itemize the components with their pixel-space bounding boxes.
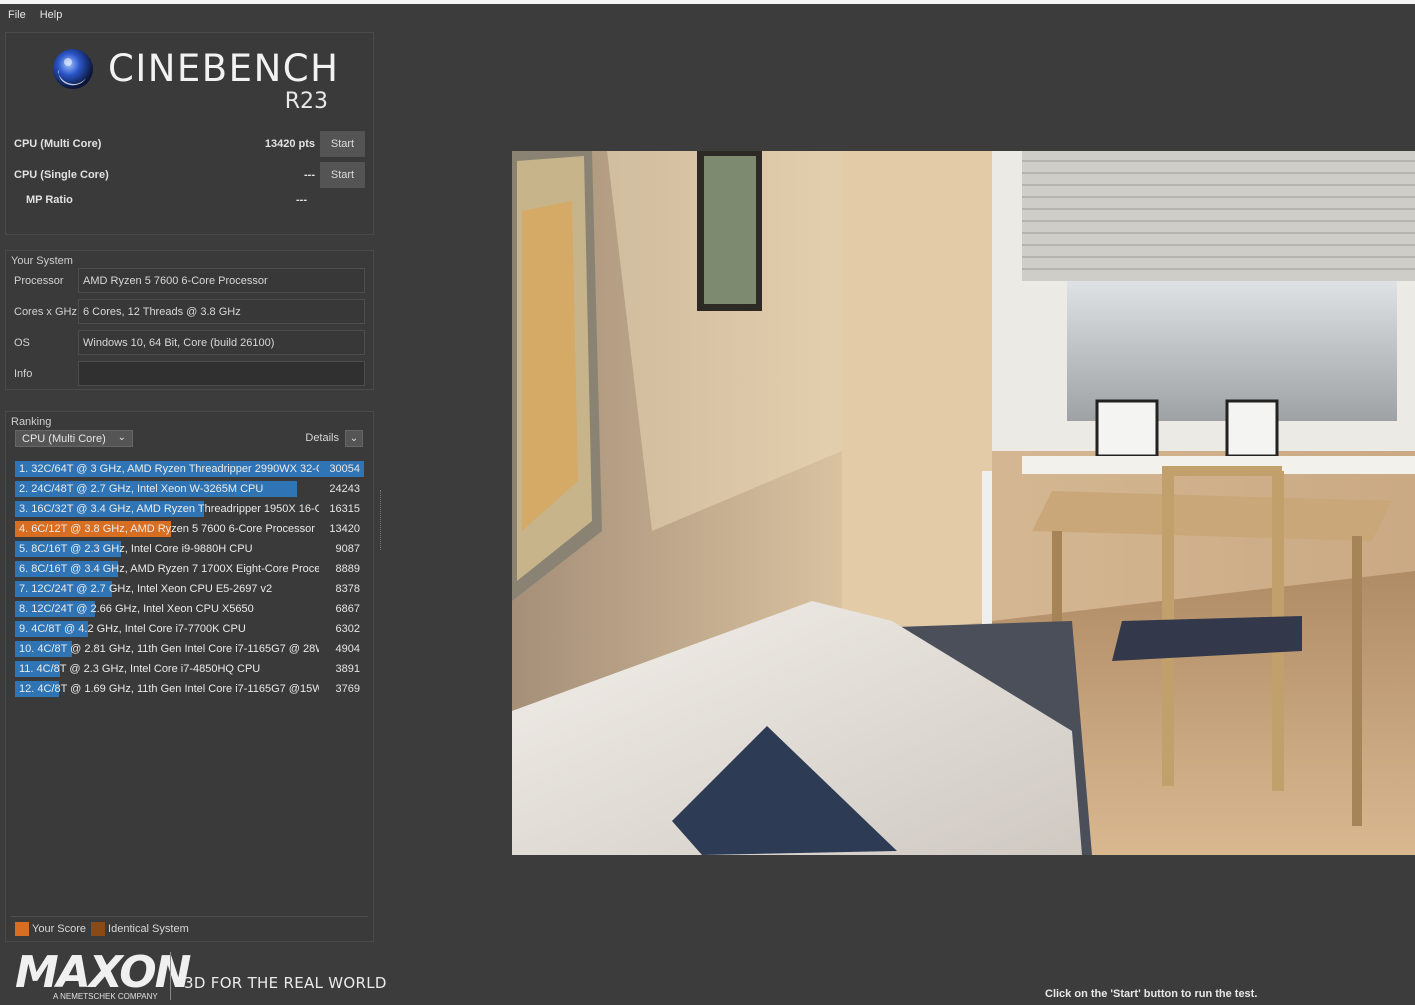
system-label-os: OS (14, 336, 30, 349)
ranking-row-score: 30054 (329, 463, 360, 475)
system-row-processor: Processor AMD Ryzen 5 7600 6-Core Proces… (14, 268, 365, 293)
ranking-row[interactable]: 11. 4C/8T @ 2.3 GHz, Intel Core i7-4850H… (15, 659, 364, 679)
ranking-row-label: 5. 8C/16T @ 2.3 GHz, Intel Core i9-9880H… (19, 543, 253, 555)
ranking-type-selected: CPU (Multi Core) (22, 432, 106, 445)
details-label: Details (305, 432, 339, 444)
panel-resize-handle[interactable] (380, 490, 383, 550)
ranking-row[interactable]: 9. 4C/8T @ 4.2 GHz, Intel Core i7-7700K … (15, 619, 364, 639)
ranking-row-score: 9087 (335, 543, 360, 555)
ranking-row-label: 12. 4C/8T @ 1.69 GHz, 11th Gen Intel Cor… (19, 683, 319, 695)
ranking-panel: Ranking CPU (Multi Core) ⌄ Details ⌄ 1. … (5, 411, 374, 942)
system-label-processor: Processor (14, 274, 64, 287)
bench-score-multi-core: 13420 pts (264, 138, 315, 150)
app-version: R23 (284, 89, 328, 114)
ranking-row-label: 3. 16C/32T @ 3.4 GHz, AMD Ryzen Threadri… (19, 503, 319, 515)
mp-ratio-row: MP Ratio --- (26, 187, 365, 213)
ranking-row[interactable]: 12. 4C/8T @ 1.69 GHz, 11th Gen Intel Cor… (15, 679, 364, 699)
ranking-row[interactable]: 4. 6C/12T @ 3.8 GHz, AMD Ryzen 5 7600 6-… (15, 519, 364, 539)
details-toggle-button[interactable]: ⌄ (345, 430, 363, 447)
maxon-logo: MAXON A NEMETSCHEK COMPANY (15, 947, 191, 1002)
system-label-cores: Cores x GHz (14, 305, 77, 318)
system-row-cores: Cores x GHz 6 Cores, 12 Threads @ 3.8 GH… (14, 299, 365, 324)
ranking-row[interactable]: 2. 24C/48T @ 2.7 GHz, Intel Xeon W-3265M… (15, 479, 364, 499)
ranking-row-score: 16315 (329, 503, 360, 515)
system-value-cores[interactable]: 6 Cores, 12 Threads @ 3.8 GHz (78, 299, 365, 324)
ranking-row[interactable]: 8. 12C/24T @ 2.66 GHz, Intel Xeon CPU X5… (15, 599, 364, 619)
status-message: Click on the 'Start' button to run the t… (1045, 988, 1258, 1000)
identical-system-swatch (91, 922, 106, 936)
ranking-list: 1. 32C/64T @ 3 GHz, AMD Ryzen Threadripp… (15, 459, 364, 699)
ranking-row[interactable]: 10. 4C/8T @ 2.81 GHz, 11th Gen Intel Cor… (15, 639, 364, 659)
ranking-row-score: 13420 (329, 523, 360, 535)
footer-divider (170, 952, 171, 1000)
ranking-row-label: 8. 12C/24T @ 2.66 GHz, Intel Xeon CPU X5… (19, 603, 254, 615)
maxon-wordmark: MAXON (15, 947, 191, 998)
ranking-row-label: 6. 8C/16T @ 3.4 GHz, AMD Ryzen 7 1700X E… (19, 563, 319, 575)
start-multi-core-button[interactable]: Start (320, 131, 365, 157)
legend-divider (11, 916, 368, 917)
ranking-row[interactable]: 6. 8C/16T @ 3.4 GHz, AMD Ryzen 7 1700X E… (15, 559, 364, 579)
ranking-row[interactable]: 5. 8C/16T @ 2.3 GHz, Intel Core i9-9880H… (15, 539, 364, 559)
cinebench-logo: CINEBENCH (52, 47, 339, 90)
bench-row-multi-core: CPU (Multi Core) 13420 pts Start (14, 131, 365, 157)
ranking-row[interactable]: 1. 32C/64T @ 3 GHz, AMD Ryzen Threadripp… (15, 459, 364, 479)
mp-ratio-value: --- (296, 194, 307, 206)
legend-identical-system: Identical System (108, 923, 189, 935)
ranking-row-label: 1. 32C/64T @ 3 GHz, AMD Ryzen Threadripp… (19, 463, 319, 475)
system-value-os[interactable]: Windows 10, 64 Bit, Core (build 26100) (78, 330, 365, 355)
menu-help[interactable]: Help (40, 9, 63, 21)
bench-score-single-core: --- (304, 169, 315, 181)
bench-row-single-core: CPU (Single Core) --- Start (14, 162, 365, 188)
benchmark-panel: CINEBENCH R23 CPU (Multi Core) 13420 pts… (5, 32, 374, 235)
ranking-row-label: 2. 24C/48T @ 2.7 GHz, Intel Xeon W-3265M… (19, 483, 264, 495)
ranking-row-score: 8889 (335, 563, 360, 575)
start-single-core-button[interactable]: Start (320, 162, 365, 188)
ranking-row-score: 3891 (335, 663, 360, 675)
menu-bar: File Help (0, 4, 1415, 26)
your-score-swatch (15, 922, 29, 936)
ranking-row-label: 10. 4C/8T @ 2.81 GHz, 11th Gen Intel Cor… (19, 643, 319, 655)
your-system-panel: Your System Processor AMD Ryzen 5 7600 6… (5, 250, 374, 390)
cinema4d-sphere-icon (53, 48, 93, 89)
ranking-row-label: 9. 4C/8T @ 4.2 GHz, Intel Core i7-7700K … (19, 623, 246, 635)
bench-label-multi-core: CPU (Multi Core) (14, 138, 102, 150)
ranking-row-label: 11. 4C/8T @ 2.3 GHz, Intel Core i7-4850H… (19, 663, 261, 675)
ranking-row-score: 24243 (329, 483, 360, 495)
system-value-processor[interactable]: AMD Ryzen 5 7600 6-Core Processor (78, 268, 365, 293)
ranking-row-label: 4. 6C/12T @ 3.8 GHz, AMD Ryzen 5 7600 6-… (19, 523, 315, 535)
mp-ratio-label: MP Ratio (26, 194, 73, 206)
chevron-down-icon: ⌄ (117, 432, 126, 443)
render-scene-image (512, 151, 1415, 855)
ranking-title: Ranking (11, 416, 52, 428)
legend-your-score: Your Score (32, 923, 87, 935)
ranking-row-label: 7. 12C/24T @ 2.7 GHz, Intel Xeon CPU E5-… (19, 583, 273, 595)
ranking-legend: Your Score Identical System (15, 922, 189, 936)
ranking-row[interactable]: 3. 16C/32T @ 3.4 GHz, AMD Ryzen Threadri… (15, 499, 364, 519)
footer-tagline: 3D FOR THE REAL WORLD (184, 974, 387, 992)
system-label-info: Info (14, 367, 33, 380)
ranking-row-score: 4904 (335, 643, 360, 655)
system-info-input[interactable] (78, 361, 365, 386)
chevron-down-icon: ⌄ (349, 433, 359, 444)
system-row-info: Info (14, 361, 365, 386)
system-row-os: OS Windows 10, 64 Bit, Core (build 26100… (14, 330, 365, 355)
menu-file[interactable]: File (8, 9, 26, 21)
render-viewport (512, 151, 1415, 855)
ranking-type-dropdown[interactable]: CPU (Multi Core) ⌄ (15, 430, 133, 447)
ranking-row-score: 3769 (335, 683, 360, 695)
ranking-row[interactable]: 7. 12C/24T @ 2.7 GHz, Intel Xeon CPU E5-… (15, 579, 364, 599)
app-title: CINEBENCH (108, 47, 340, 90)
your-system-title: Your System (11, 255, 73, 267)
ranking-row-score: 6867 (335, 603, 360, 615)
bench-label-single-core: CPU (Single Core) (14, 169, 109, 181)
ranking-row-score: 8378 (335, 583, 360, 595)
ranking-row-score: 6302 (335, 623, 360, 635)
